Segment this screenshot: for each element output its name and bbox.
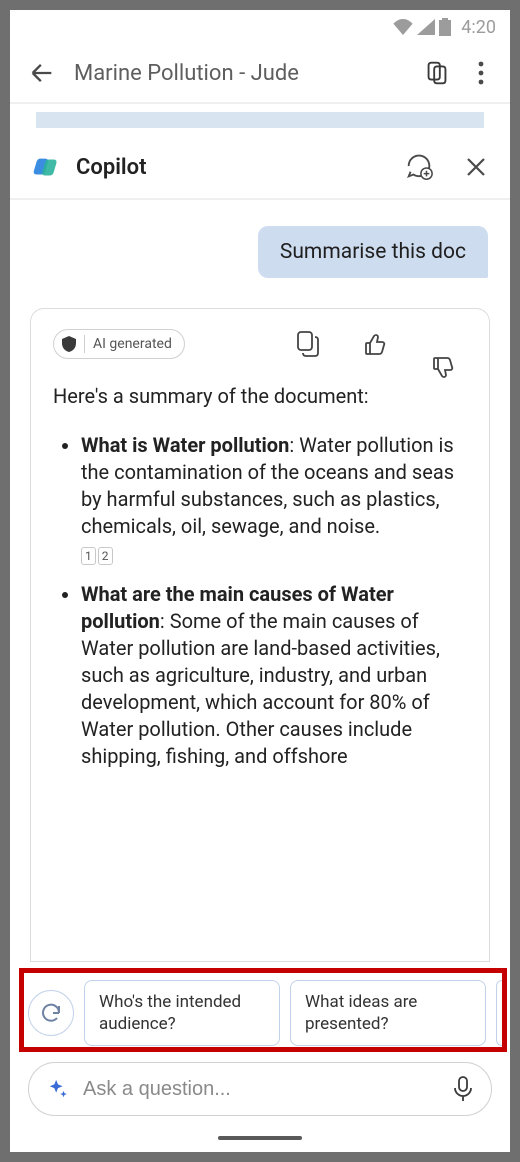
conversation-area: Summarise this doc AI generated xyxy=(10,200,510,962)
more-icon[interactable] xyxy=(470,60,492,86)
ai-badge-label: AI generated xyxy=(93,336,172,352)
response-card: AI generated Here's a summary of the doc… xyxy=(30,308,490,962)
mic-icon[interactable] xyxy=(453,1076,473,1102)
suggestion-chip[interactable]: Who's the intended audience? xyxy=(84,980,280,1046)
list-item: What is Water pollution: Water pollution… xyxy=(81,432,467,567)
reference-badge[interactable]: 1 xyxy=(81,547,96,565)
home-indicator[interactable] xyxy=(10,1136,510,1152)
cellular-icon xyxy=(417,19,435,35)
document-title: Marine Pollution - Jude xyxy=(74,61,404,86)
shield-icon xyxy=(62,336,76,352)
reference-badge[interactable]: 2 xyxy=(98,547,113,565)
suggestion-zone: Who's the intended audience? What ideas … xyxy=(10,962,510,1056)
copy-icon[interactable] xyxy=(297,331,319,357)
app-header: Marine Pollution - Jude xyxy=(10,44,510,102)
thumbs-down-icon[interactable] xyxy=(431,331,455,357)
summary-intro: Here's a summary of the document: xyxy=(53,383,467,410)
ask-input[interactable] xyxy=(83,1078,439,1101)
document-preview-strip xyxy=(10,104,510,136)
suggestion-chip-overflow[interactable] xyxy=(496,980,502,1046)
back-icon[interactable] xyxy=(28,59,56,87)
user-message: Summarise this doc xyxy=(258,226,488,278)
status-bar: 4:20 xyxy=(10,10,510,44)
copilot-header: Copilot xyxy=(10,136,510,200)
thumbs-up-icon[interactable] xyxy=(363,331,387,357)
new-chat-icon[interactable] xyxy=(404,152,434,182)
summary-list: What is Water pollution: Water pollution… xyxy=(53,432,467,770)
close-icon[interactable] xyxy=(464,155,488,179)
copilot-icon[interactable] xyxy=(422,58,452,88)
copilot-logo-icon xyxy=(32,152,62,182)
sparkle-icon xyxy=(47,1078,69,1100)
list-item: What are the main causes of Water pollut… xyxy=(81,581,467,770)
wifi-icon xyxy=(393,19,413,35)
copilot-title: Copilot xyxy=(76,155,390,180)
suggestion-chip[interactable]: What ideas are presented? xyxy=(290,980,486,1046)
regenerate-button[interactable] xyxy=(28,990,74,1036)
ask-input-container[interactable] xyxy=(28,1062,492,1116)
battery-icon xyxy=(439,18,451,36)
status-time: 4:20 xyxy=(461,17,496,38)
ai-generated-badge[interactable]: AI generated xyxy=(53,329,185,359)
